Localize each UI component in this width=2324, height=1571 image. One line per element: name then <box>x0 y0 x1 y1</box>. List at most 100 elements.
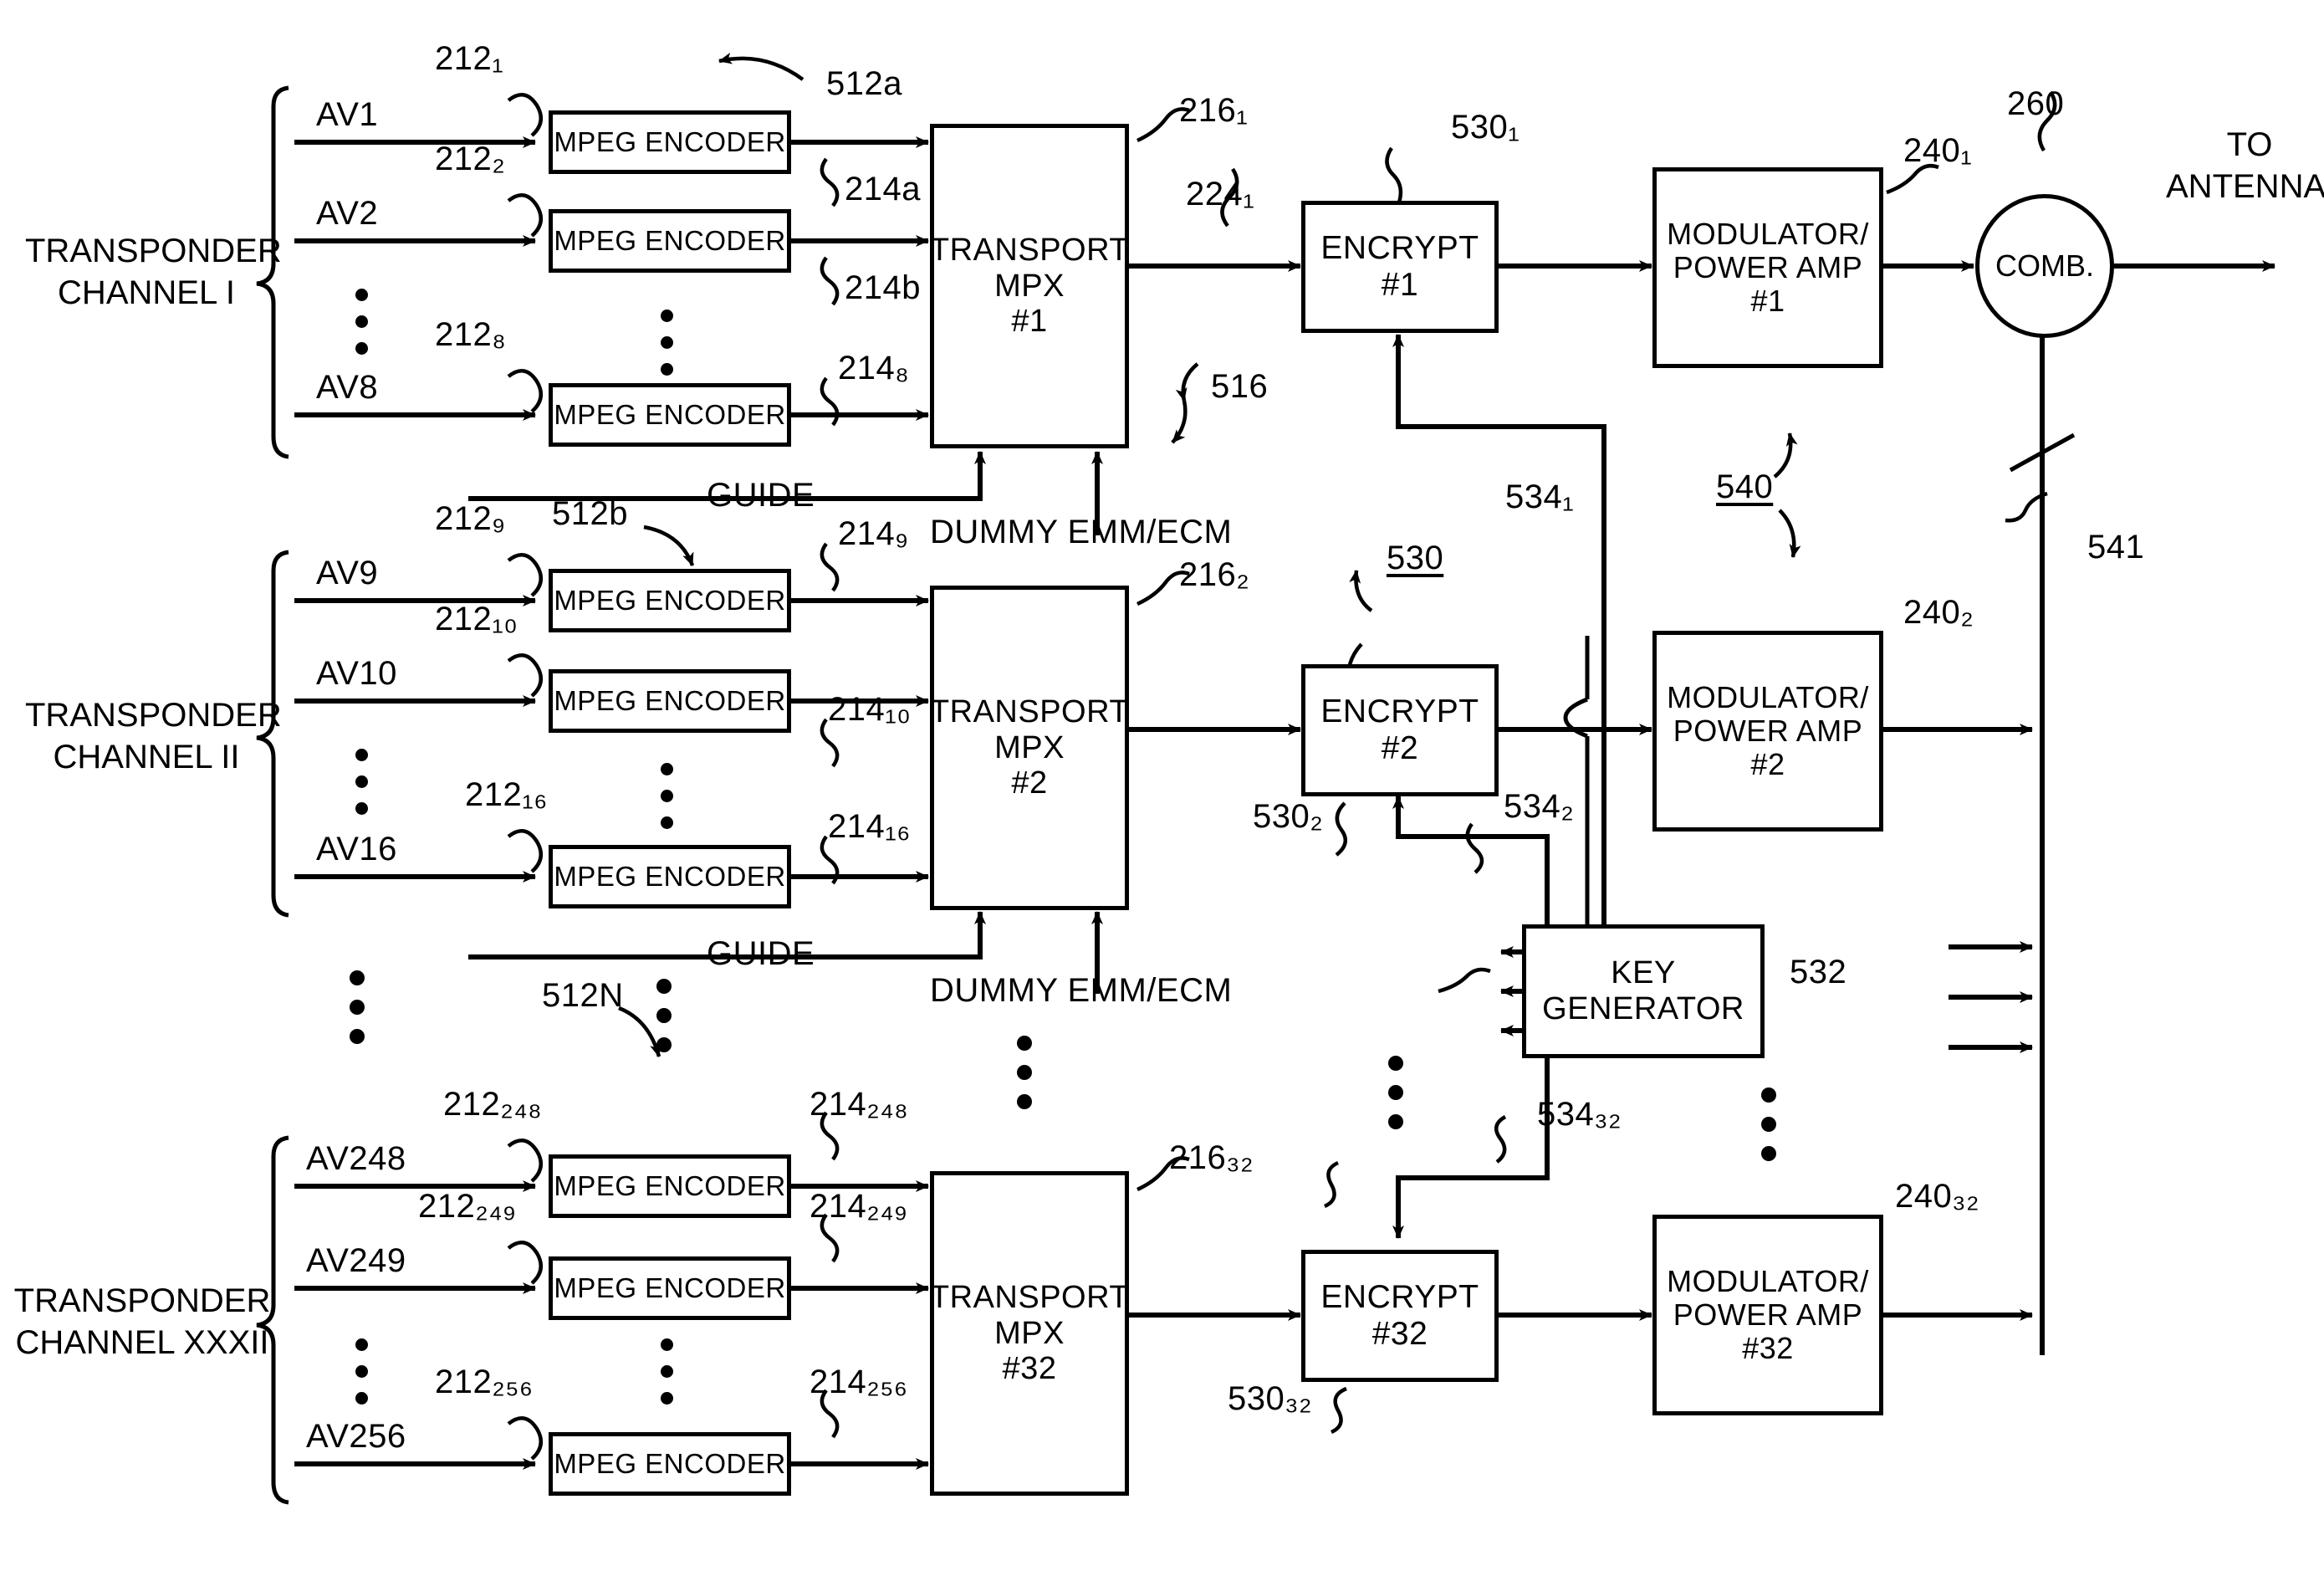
mpx-line2: MPX <box>994 1315 1065 1351</box>
ref-214-10: 214₁₀ <box>828 691 912 728</box>
ref-240-2: 240₂ <box>1903 594 1974 631</box>
encoder-label: MPEG ENCODER <box>554 1447 786 1479</box>
transport-mpx-1[interactable]: TRANSPORT MPX #1 <box>930 124 1129 448</box>
encoder-label: MPEG ENCODER <box>554 1272 786 1303</box>
encrypt-2[interactable]: ENCRYPT #2 <box>1301 664 1499 796</box>
input-label-av16: AV16 <box>316 831 397 867</box>
ellipsis-input-ch1 <box>355 289 368 355</box>
input-label-av249: AV249 <box>306 1242 406 1279</box>
connector-lines <box>256 52 2275 1505</box>
modulator-line1: MODULATOR/ <box>1667 1263 1869 1298</box>
mpx-line1: TRANSPORT <box>929 1280 1130 1316</box>
mpx-line3: #2 <box>1011 765 1048 801</box>
ref-214-256: 214₂₅₆ <box>810 1364 908 1400</box>
group-label-line1: TRANSPONDER <box>25 697 282 734</box>
transport-mpx-32[interactable]: TRANSPORT MPX #32 <box>930 1171 1129 1496</box>
patent-figure: TRANSPONDER CHANNEL I TRANSPONDER CHANNE… <box>0 0 2324 1571</box>
mpeg-encoder-10[interactable]: MPEG ENCODER <box>549 669 791 733</box>
ref-212-249: 212₂₄₉ <box>418 1188 517 1225</box>
antenna-output-label: TO ANTENNA 1 <box>2166 124 2324 207</box>
mpeg-encoder-16[interactable]: MPEG ENCODER <box>549 845 791 908</box>
key-generator-line1: KEY <box>1611 955 1676 991</box>
key-generator[interactable]: KEY GENERATOR <box>1522 924 1765 1058</box>
mpx-line2: MPX <box>994 268 1065 304</box>
encoder-label: MPEG ENCODER <box>554 125 786 157</box>
ellipsis-input-ch2 <box>355 749 368 815</box>
ref-240-32: 240₃₂ <box>1895 1178 1980 1215</box>
group-label-line1: TRANSPONDER <box>13 1282 271 1319</box>
modulator-line3: #2 <box>1750 747 1785 782</box>
group-label-channel-1: TRANSPONDER CHANNEL I <box>25 230 282 314</box>
ref-214-9: 214₉ <box>838 515 909 552</box>
encrypt-32[interactable]: ENCRYPT #32 <box>1301 1250 1499 1382</box>
input-label-av9: AV9 <box>316 555 379 591</box>
antenna-output-line2: ANTENNA 1 <box>2166 168 2324 205</box>
modulator-line1: MODULATOR/ <box>1667 679 1869 714</box>
ref-216-32: 216₃₂ <box>1169 1139 1254 1176</box>
modulator-line2: POWER AMP <box>1673 249 1863 284</box>
encrypt-line1: ENCRYPT <box>1320 1279 1479 1316</box>
ref-534-2: 534₂ <box>1504 788 1575 825</box>
ref-541: 541 <box>2087 529 2145 565</box>
ref-530-1: 530₁ <box>1451 109 1520 146</box>
ref-212-2: 212₂ <box>435 141 506 177</box>
ellipsis-channels <box>350 970 365 1044</box>
ellipsis-encoder-ch1 <box>661 310 673 376</box>
modulator-line3: #1 <box>1750 284 1785 319</box>
ref-532: 532 <box>1790 954 1847 990</box>
ref-540-block: 540 <box>1716 468 1774 505</box>
antenna-output-line1: TO <box>2226 126 2273 163</box>
encrypt-line1: ENCRYPT <box>1320 230 1479 267</box>
mpeg-encoder-9[interactable]: MPEG ENCODER <box>549 569 791 632</box>
mpeg-encoder-1[interactable]: MPEG ENCODER <box>549 110 791 174</box>
ref-214-248: 214₂₄₈ <box>810 1086 909 1123</box>
group-label-line2: CHANNEL II <box>53 739 240 775</box>
modulator-power-amp-32[interactable]: MODULATOR/ POWER AMP #32 <box>1652 1215 1883 1415</box>
key-generator-line2: GENERATOR <box>1542 991 1744 1026</box>
ref-260: 260 <box>2007 85 2065 122</box>
ref-512b: 512b <box>552 495 628 532</box>
encoder-label: MPEG ENCODER <box>554 1169 786 1201</box>
ref-530-block: 530 <box>1387 540 1444 576</box>
input-label-av2: AV2 <box>316 195 379 232</box>
ref-512N: 512N <box>542 977 624 1014</box>
modulator-power-amp-2[interactable]: MODULATOR/ POWER AMP #2 <box>1652 631 1883 832</box>
dummy-emm-ecm-label-2: DUMMY EMM/ECM <box>930 972 1233 1009</box>
ellipsis-encoder-ch32 <box>661 1338 673 1405</box>
ref-212-16: 212₁₆ <box>465 776 548 813</box>
ref-240-1: 240₁ <box>1903 132 1973 169</box>
mpeg-encoder-2[interactable]: MPEG ENCODER <box>549 209 791 273</box>
ellipsis-encoder-ch2 <box>661 763 673 829</box>
modulator-line1: MODULATOR/ <box>1667 216 1869 251</box>
ref-512a: 512a <box>826 65 902 102</box>
ellipsis-mpx <box>1017 1036 1032 1109</box>
modulator-line3: #32 <box>1742 1331 1794 1366</box>
mpeg-encoder-248[interactable]: MPEG ENCODER <box>549 1154 791 1218</box>
ref-214a: 214a <box>845 171 921 207</box>
mpeg-encoder-256[interactable]: MPEG ENCODER <box>549 1432 791 1496</box>
input-label-av8: AV8 <box>316 369 379 406</box>
ref-214-16: 214₁₆ <box>828 808 911 845</box>
ref-212-248: 212₂₄₈ <box>443 1086 543 1123</box>
ellipsis-encrypt <box>1388 1056 1403 1129</box>
ellipsis-input-ch32 <box>355 1338 368 1405</box>
ref-216-2: 216₂ <box>1179 556 1250 593</box>
mpx-line3: #32 <box>1002 1351 1057 1387</box>
combiner[interactable]: COMB. <box>1975 194 2114 338</box>
mpx-line2: MPX <box>994 729 1065 765</box>
input-label-av10: AV10 <box>316 655 397 692</box>
ref-530-2: 530₂ <box>1253 798 1324 835</box>
ellipsis-encoder-rows <box>656 979 672 1052</box>
mpx-line1: TRANSPORT <box>929 694 1130 730</box>
encrypt-line2: #32 <box>1371 1316 1428 1352</box>
ref-516: 516 <box>1211 368 1269 405</box>
transport-mpx-2[interactable]: TRANSPORT MPX #2 <box>930 586 1129 910</box>
mpeg-encoder-8[interactable]: MPEG ENCODER <box>549 383 791 447</box>
ref-214b: 214b <box>845 269 921 306</box>
encoder-label: MPEG ENCODER <box>554 584 786 616</box>
mpeg-encoder-249[interactable]: MPEG ENCODER <box>549 1256 791 1320</box>
group-label-channel-2: TRANSPONDER CHANNEL II <box>25 694 282 778</box>
ref-224-1: 224₁ <box>1186 176 1255 212</box>
modulator-power-amp-1[interactable]: MODULATOR/ POWER AMP #1 <box>1652 167 1883 368</box>
encrypt-1[interactable]: ENCRYPT #1 <box>1301 201 1499 333</box>
